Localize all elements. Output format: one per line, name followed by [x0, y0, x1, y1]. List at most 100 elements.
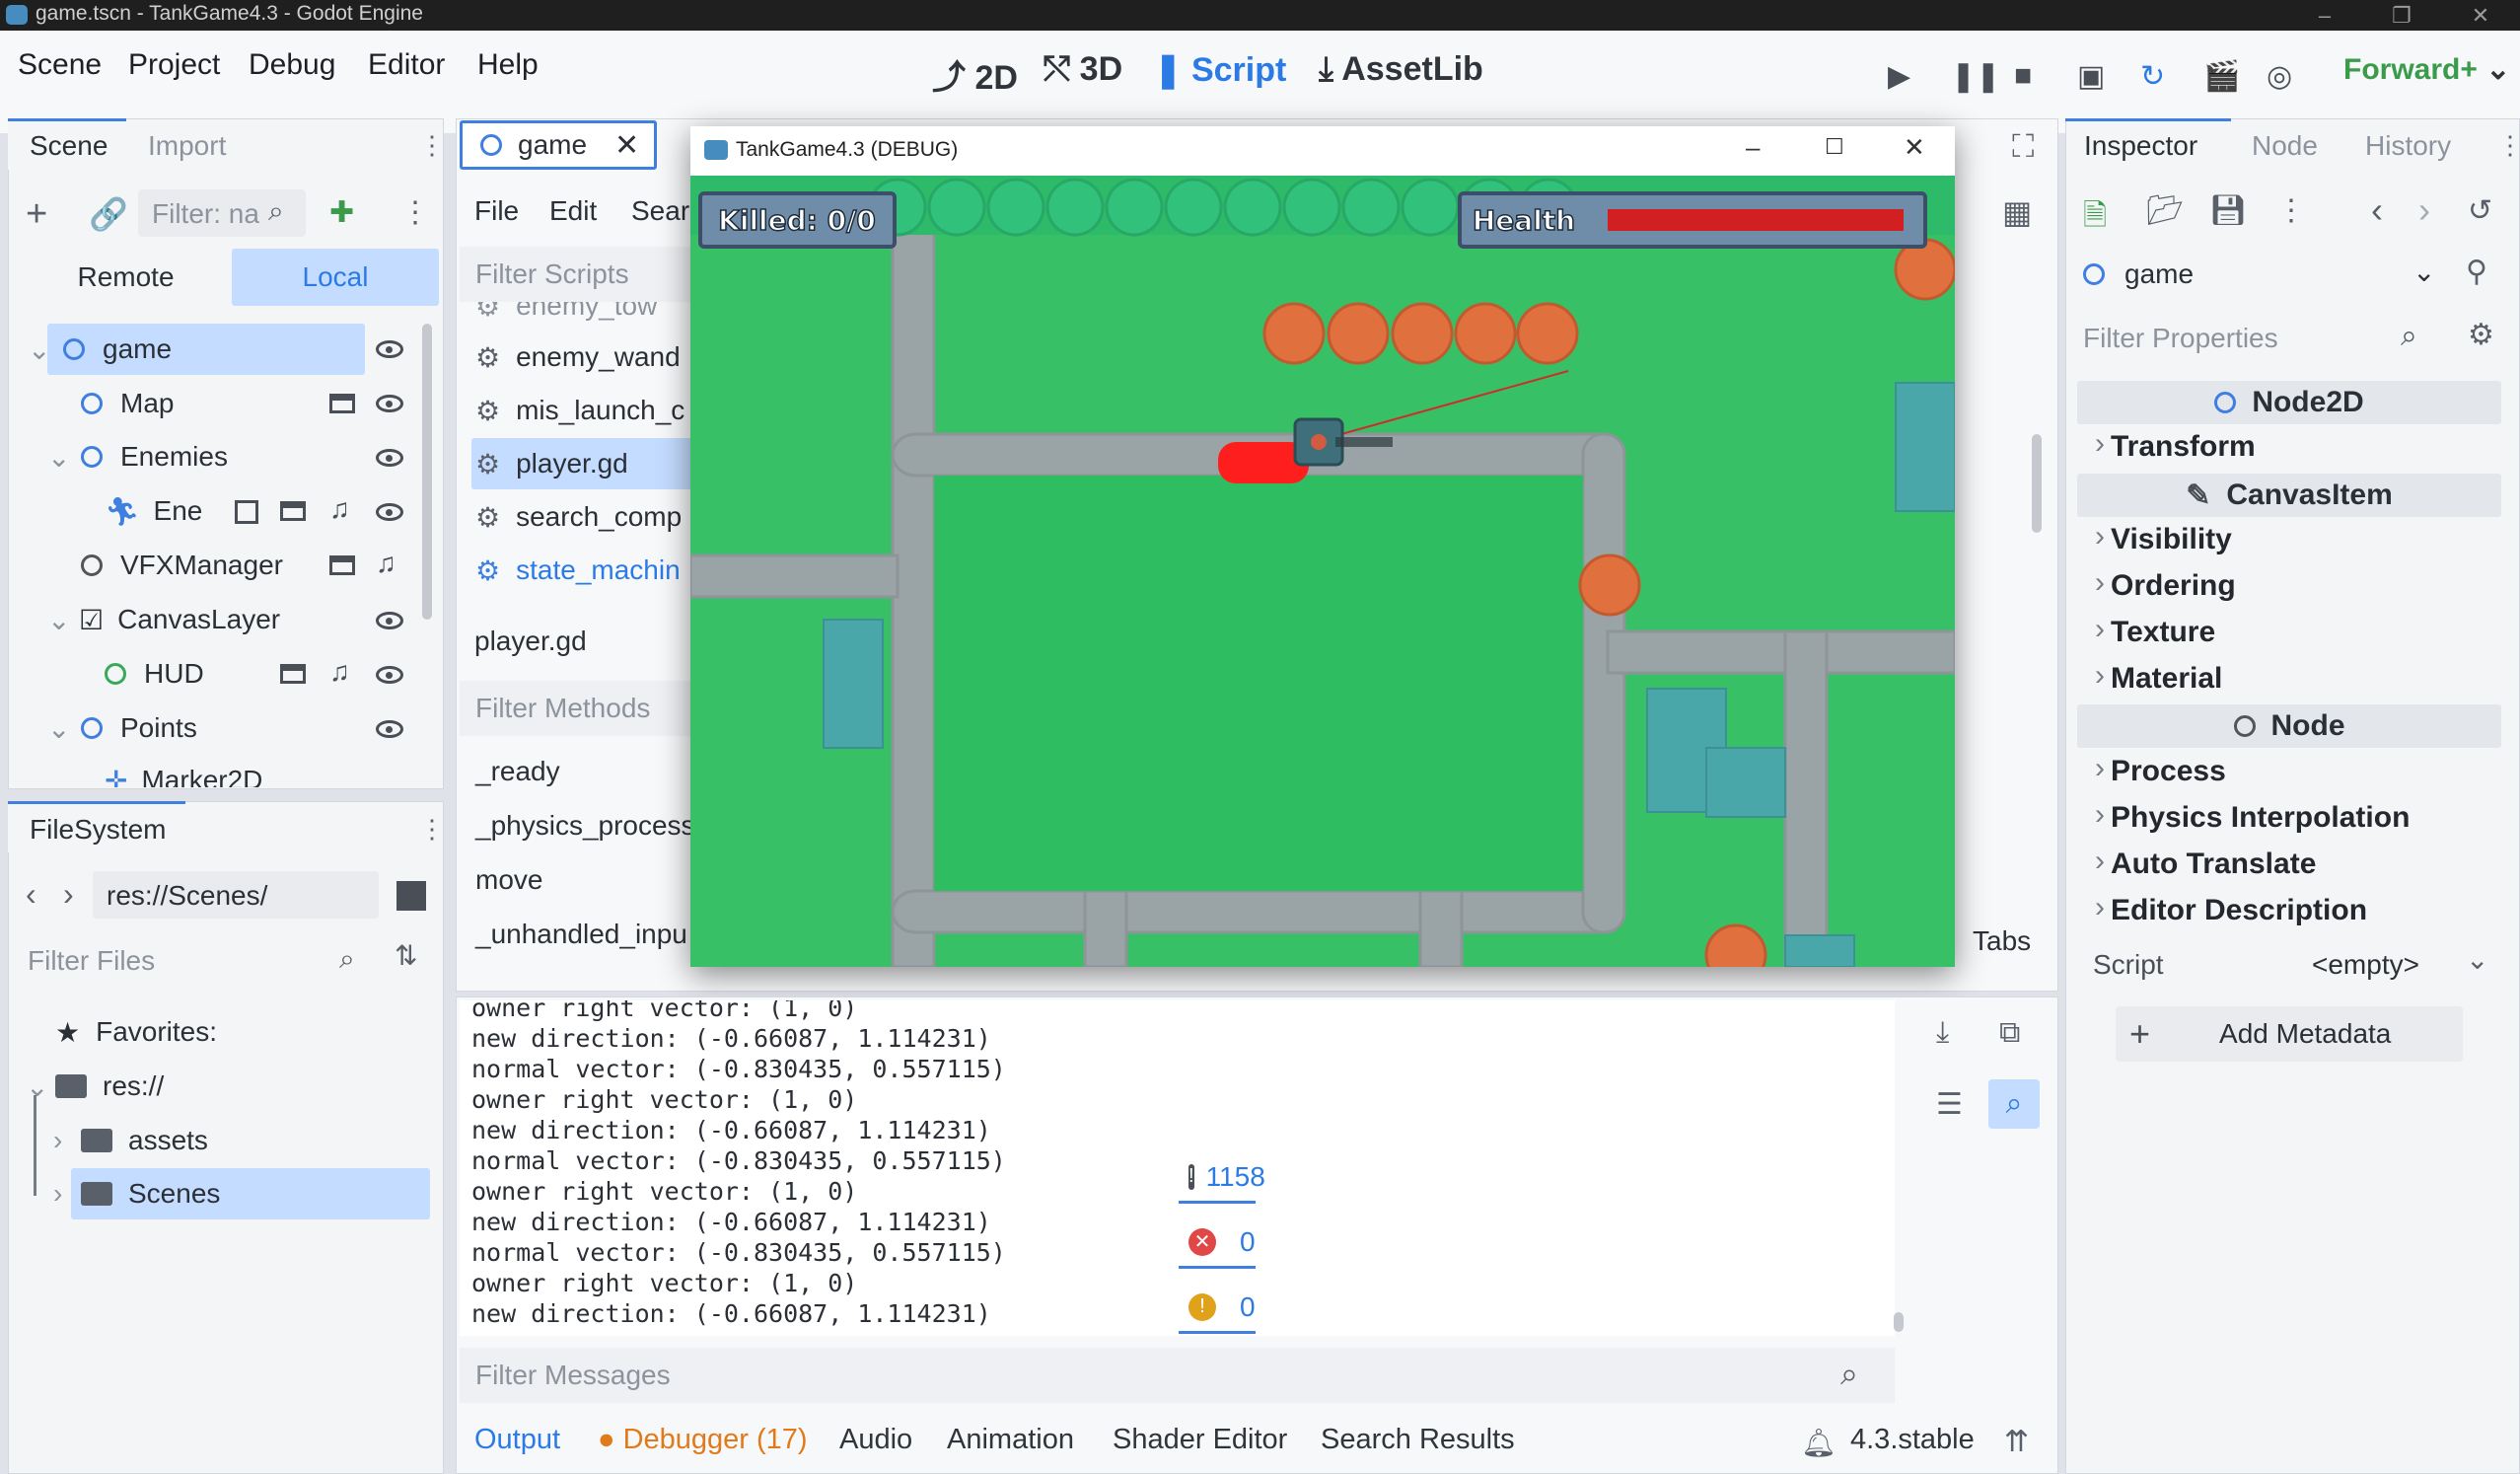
category-auto-translate[interactable]: Auto Translate [2095, 845, 2316, 891]
game-viewport[interactable]: Killed: 0/0 Health [690, 176, 1955, 967]
tree-node-map[interactable]: Map [81, 378, 174, 429]
scene-tab-game[interactable]: game ✕ [460, 120, 657, 170]
close-tab-icon[interactable]: ✕ [614, 128, 639, 163]
tree-node-points[interactable]: ⌄ Points [47, 702, 197, 754]
folder-assets[interactable]: › assets [53, 1115, 208, 1166]
filesystem-filter-input[interactable]: Filter Files ⌕ [16, 935, 381, 985]
inspector-more-icon[interactable]: ⋮ [2276, 193, 2306, 228]
category-visibility[interactable]: Visibility [2095, 520, 2232, 566]
instanced-scene-icon[interactable] [329, 394, 355, 413]
toggle-scripts-panel-icon[interactable]: ▦ [2002, 193, 2032, 231]
local-button[interactable]: Local [232, 249, 439, 306]
code-scrollbar[interactable] [2032, 434, 2042, 533]
tree-node-ene[interactable]: 🏃︎ Ene [105, 485, 202, 537]
output-scrollbar[interactable] [1894, 1016, 1904, 1332]
history-forward-icon[interactable]: › [2418, 189, 2430, 231]
category-transform[interactable]: Transform [2095, 427, 2256, 474]
scene-tree-scrollbar[interactable] [422, 324, 432, 620]
tab-import[interactable]: Import [148, 130, 226, 162]
warning-count-button[interactable]: ! 0 [1179, 1283, 1256, 1334]
category-material[interactable]: Material [2095, 659, 2222, 705]
category-process[interactable]: Process [2095, 752, 2226, 798]
object-tools-icon[interactable]: ⚲ [2466, 255, 2487, 289]
filter-scripts-input[interactable]: Filter Scripts [460, 247, 696, 302]
script-property-value[interactable]: <empty> ⌄ [2298, 939, 2505, 991]
reload-icon[interactable]: ↻ [2140, 54, 2184, 98]
tree-node-marker2d[interactable]: ✛ Marker2D [105, 755, 262, 787]
tree-node-enemies[interactable]: ⌄ Enemies [47, 431, 228, 482]
tab-audio[interactable]: Audio [839, 1424, 912, 1456]
script-item[interactable]: ⚙ state_machin [475, 545, 681, 596]
renderer-select[interactable]: Forward+ ⌄ [2343, 52, 2510, 87]
scene-filter-input[interactable]: Filter: na ⌕ [138, 189, 306, 237]
tab-output[interactable]: Output [474, 1424, 560, 1456]
pause-icon[interactable]: ❚❚ [1951, 54, 2000, 98]
remote-debug-icon[interactable]: ▣ [2077, 54, 2121, 98]
visibility-eye-icon[interactable] [376, 449, 403, 467]
back-icon[interactable]: ‹ [26, 876, 36, 913]
new-resource-icon[interactable]: 🗎 [2083, 193, 2107, 244]
expand-panel-icon[interactable]: ⇈ [2004, 1425, 2029, 1459]
tree-node-game[interactable]: ⌄ game [28, 324, 172, 375]
tab-node[interactable]: Node [2252, 130, 2318, 162]
scene-more-icon[interactable]: ⋮ [400, 195, 430, 230]
menu-debug[interactable]: Debug [249, 48, 335, 82]
maximize-icon[interactable]: ❐ [2367, 0, 2436, 31]
movie-maker-icon[interactable]: 🎬 [2203, 54, 2247, 98]
link-icon[interactable]: 🔗 [89, 195, 128, 233]
res-root-row[interactable]: ⌄ res:// [26, 1061, 164, 1112]
tree-node-hud[interactable]: HUD [105, 648, 204, 700]
tab-shader-editor[interactable]: Shader Editor [1113, 1424, 1287, 1456]
instanced-scene-icon[interactable] [280, 664, 306, 684]
tab-search-results[interactable]: Search Results [1321, 1424, 1515, 1456]
tree-node-vfxmanager[interactable]: VFXManager [81, 540, 283, 591]
method-item[interactable]: _ready [475, 746, 560, 797]
close-icon[interactable]: ✕ [2446, 0, 2515, 31]
workspace-3d-button[interactable]: ⤲ 3D [1044, 50, 1122, 89]
remote-button[interactable]: Remote [20, 249, 232, 306]
script-item[interactable]: ⚙ search_comp [475, 491, 682, 543]
tab-history[interactable]: History [2365, 130, 2451, 162]
workspace-assetlib-button[interactable]: ⤓ AssetLib [1319, 50, 1483, 89]
script-item-player[interactable]: ⚙ player.gd [475, 438, 628, 489]
distraction-free-icon[interactable]: ⛶ [2012, 128, 2034, 166]
category-editor-description[interactable]: Editor Description [2095, 891, 2367, 937]
dock-menu-icon[interactable]: ⋮ [419, 814, 445, 845]
filter-messages-input[interactable]: Filter Messages ⌕ [460, 1348, 1895, 1403]
script-menu-file[interactable]: File [474, 195, 519, 227]
error-count-button[interactable]: ✕ 0 [1179, 1217, 1256, 1269]
copy-icon[interactable]: ⧉ [1999, 1016, 2020, 1050]
folder-scenes[interactable]: › Scenes [53, 1168, 220, 1219]
instanced-scene-icon[interactable] [329, 555, 355, 575]
property-tools-icon[interactable]: ⚙ [2468, 318, 2494, 352]
script-item[interactable]: ⚙ mis_launch_c [475, 385, 684, 436]
script-attached-icon[interactable]: ♫ [376, 548, 396, 579]
visibility-eye-icon[interactable] [376, 340, 403, 358]
load-resource-icon[interactable]: 📂︎ [2146, 193, 2184, 228]
category-texture[interactable]: Texture [2095, 613, 2215, 659]
menu-editor[interactable]: Editor [368, 48, 445, 82]
group-icon[interactable] [235, 500, 258, 524]
menu-scene[interactable]: Scene [18, 48, 102, 82]
visibility-eye-icon[interactable] [376, 395, 403, 412]
menu-help[interactable]: Help [477, 48, 539, 82]
forward-icon[interactable]: › [63, 876, 74, 913]
script-menu-search[interactable]: Sear [631, 195, 689, 227]
notification-bell-icon[interactable]: 🔔︎ [1801, 1427, 1836, 1459]
clear-output-icon[interactable]: ⤓ [1936, 1016, 1949, 1050]
instanced-scene-icon[interactable] [280, 501, 306, 521]
visibility-eye-icon[interactable] [376, 612, 403, 629]
sort-icon[interactable]: ⇅ [395, 939, 417, 972]
minimize-icon[interactable]: – [1746, 132, 1760, 163]
minimize-icon[interactable]: – [2290, 0, 2359, 31]
history-icon[interactable]: ↺ [2468, 193, 2492, 228]
tab-animation[interactable]: Animation [947, 1424, 1074, 1456]
filter-methods-input[interactable]: Filter Methods [460, 681, 696, 736]
category-ordering[interactable]: Ordering [2095, 566, 2236, 613]
script-menu-edit[interactable]: Edit [549, 195, 597, 227]
script-item[interactable]: ⚙ enemy_wand [475, 332, 681, 383]
attach-script-icon[interactable]: ✚ [329, 195, 354, 230]
tab-debugger[interactable]: ● Debugger (17) [598, 1424, 808, 1456]
visibility-eye-icon[interactable] [376, 503, 403, 521]
save-resource-icon[interactable]: 💾︎ [2209, 193, 2247, 228]
